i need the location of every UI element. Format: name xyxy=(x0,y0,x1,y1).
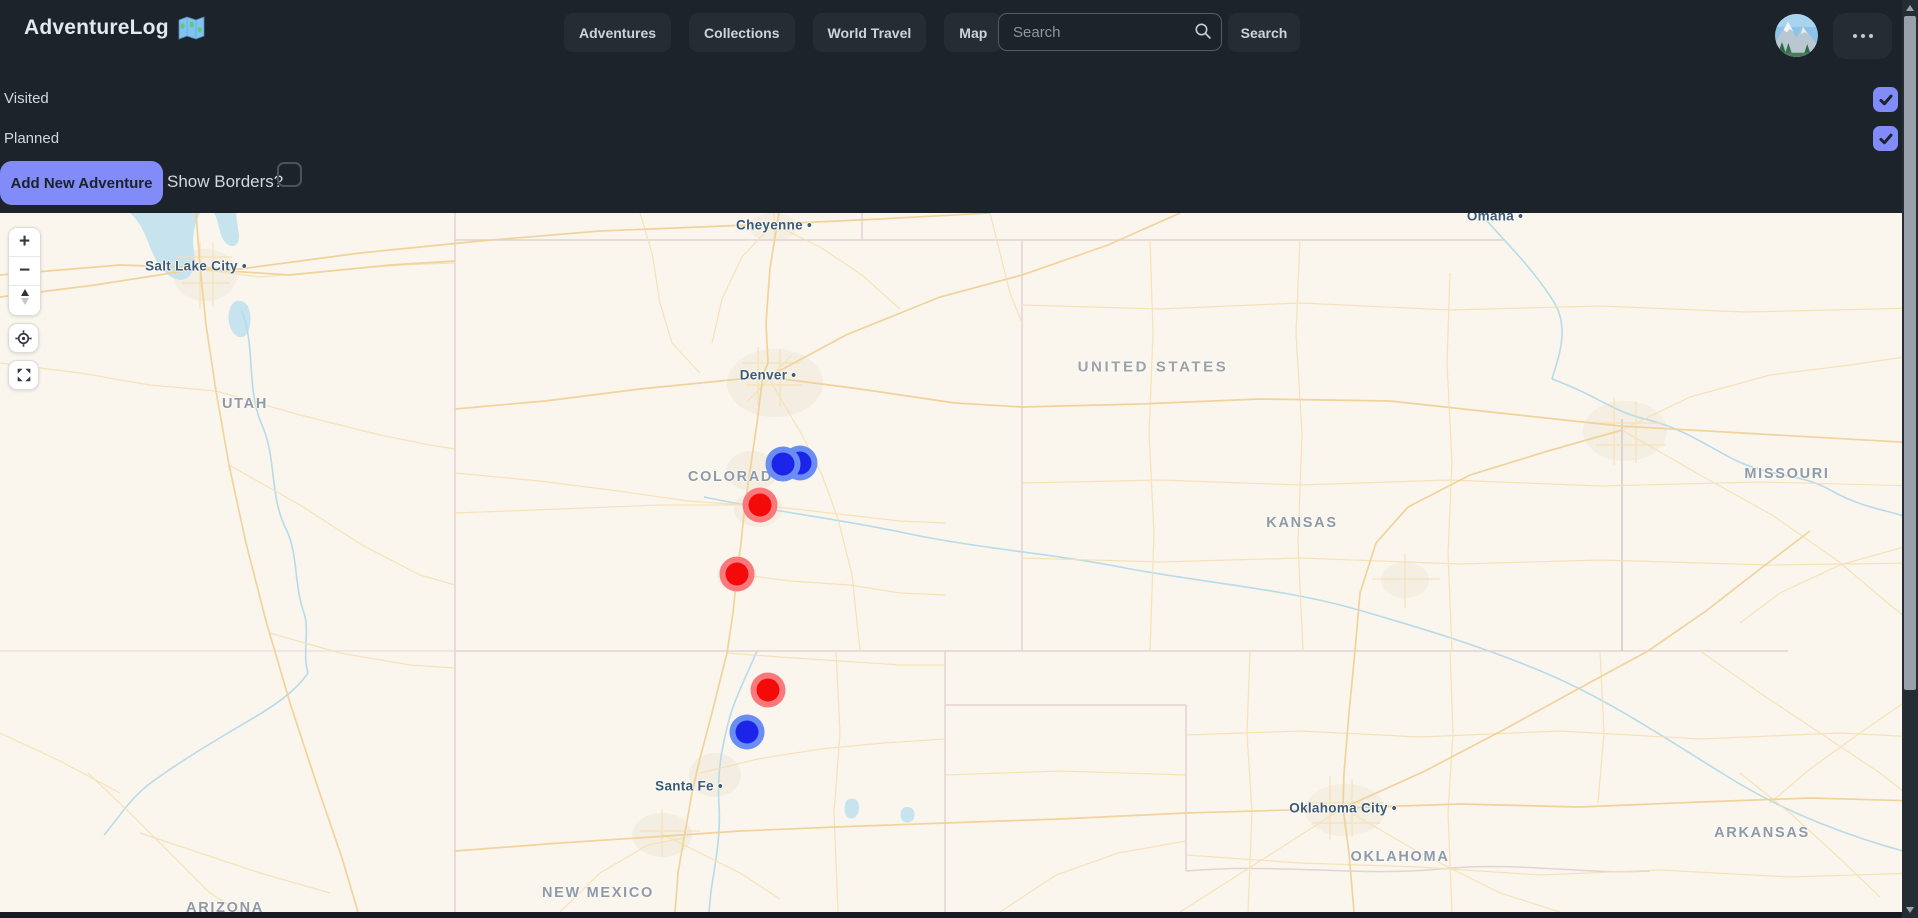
compass-button[interactable] xyxy=(9,286,40,315)
map-art xyxy=(0,213,1918,912)
nav-links: Adventures Collections World Travel Map xyxy=(564,13,1002,52)
adventure-marker-red[interactable] xyxy=(751,673,786,708)
water-rivers-layer xyxy=(104,213,1918,912)
planned-label: Planned xyxy=(4,130,59,147)
compass-icon xyxy=(19,288,31,306)
fullscreen-button[interactable] xyxy=(8,360,39,390)
state-label: MISSOURI xyxy=(1744,466,1829,482)
state-label: ARKANSAS xyxy=(1714,825,1810,841)
roads-major-layer xyxy=(0,213,1918,912)
horizontal-scrollbar[interactable] xyxy=(0,912,1918,918)
add-new-adventure-button[interactable]: Add New Adventure xyxy=(0,161,163,205)
adventurelog-app: AdventureLog Adventures Collections World … xyxy=(0,0,1918,918)
nav-world-travel[interactable]: World Travel xyxy=(813,13,927,52)
geolocate-button[interactable] xyxy=(8,323,39,353)
avatar-mountain-photo xyxy=(1775,14,1818,57)
show-borders-checkbox[interactable] xyxy=(277,162,302,187)
search-box xyxy=(998,13,1222,51)
show-borders-label: Show Borders? xyxy=(167,172,283,192)
city-label: Cheyenne• xyxy=(736,218,812,233)
city-label: Santa Fe• xyxy=(655,779,723,794)
roads-minor-layer xyxy=(0,213,1918,912)
search-icon xyxy=(1194,22,1212,45)
nav-collections[interactable]: Collections xyxy=(689,13,794,52)
search-button[interactable]: Search xyxy=(1228,13,1300,52)
map-zoom-controls: + − xyxy=(8,227,41,316)
adventure-marker-red[interactable] xyxy=(743,488,778,523)
planned-checkbox[interactable] xyxy=(1873,126,1898,151)
ellipsis-icon xyxy=(1853,34,1857,38)
search-input[interactable] xyxy=(998,13,1222,51)
scrollbar-thumb[interactable] xyxy=(1904,16,1916,690)
geolocate-target-icon xyxy=(14,329,33,348)
zoom-in-button[interactable]: + xyxy=(9,228,40,256)
nav-map[interactable]: Map xyxy=(944,13,1002,52)
vertical-scrollbar[interactable] xyxy=(1902,0,1918,918)
visited-label: Visited xyxy=(4,90,49,107)
city-label: Denver• xyxy=(740,368,797,383)
nav-adventures[interactable]: Adventures xyxy=(564,13,671,52)
country-label: UNITED STATES xyxy=(1078,359,1229,376)
avatar[interactable] xyxy=(1775,14,1818,57)
app-title: AdventureLog xyxy=(24,16,169,40)
visited-checkbox[interactable] xyxy=(1873,87,1898,112)
state-label: NEW MEXICO xyxy=(542,885,654,901)
zoom-out-button[interactable]: − xyxy=(9,257,40,285)
check-icon xyxy=(1878,92,1894,108)
city-label: Salt Lake City• xyxy=(145,259,247,274)
menu-ellipsis-button[interactable] xyxy=(1833,13,1892,59)
city-label: Omaha• xyxy=(1467,213,1523,224)
adventure-marker-red[interactable] xyxy=(720,557,755,592)
water-lakes-layer xyxy=(130,213,915,823)
scroll-down-arrow-icon[interactable] xyxy=(1906,907,1914,913)
city-label: Oklahoma City• xyxy=(1289,801,1396,816)
world-map-icon xyxy=(178,16,205,40)
state-label: UTAH xyxy=(222,396,268,412)
adventure-marker-blue[interactable] xyxy=(766,447,801,482)
map-canvas[interactable]: UNITED STATESUTAHCOLORADOKANSASMISSOURIO… xyxy=(0,213,1918,912)
app-logo[interactable]: AdventureLog xyxy=(24,16,205,40)
state-label: KANSAS xyxy=(1266,515,1337,531)
scroll-up-arrow-icon[interactable] xyxy=(1906,5,1914,11)
fullscreen-expand-icon xyxy=(15,366,33,384)
state-label: OKLAHOMA xyxy=(1351,849,1450,865)
adventure-marker-blue[interactable] xyxy=(730,715,765,750)
navbar: AdventureLog Adventures Collections World … xyxy=(0,0,1918,64)
check-icon xyxy=(1878,131,1894,147)
state-label: ARIZONA xyxy=(186,900,264,912)
